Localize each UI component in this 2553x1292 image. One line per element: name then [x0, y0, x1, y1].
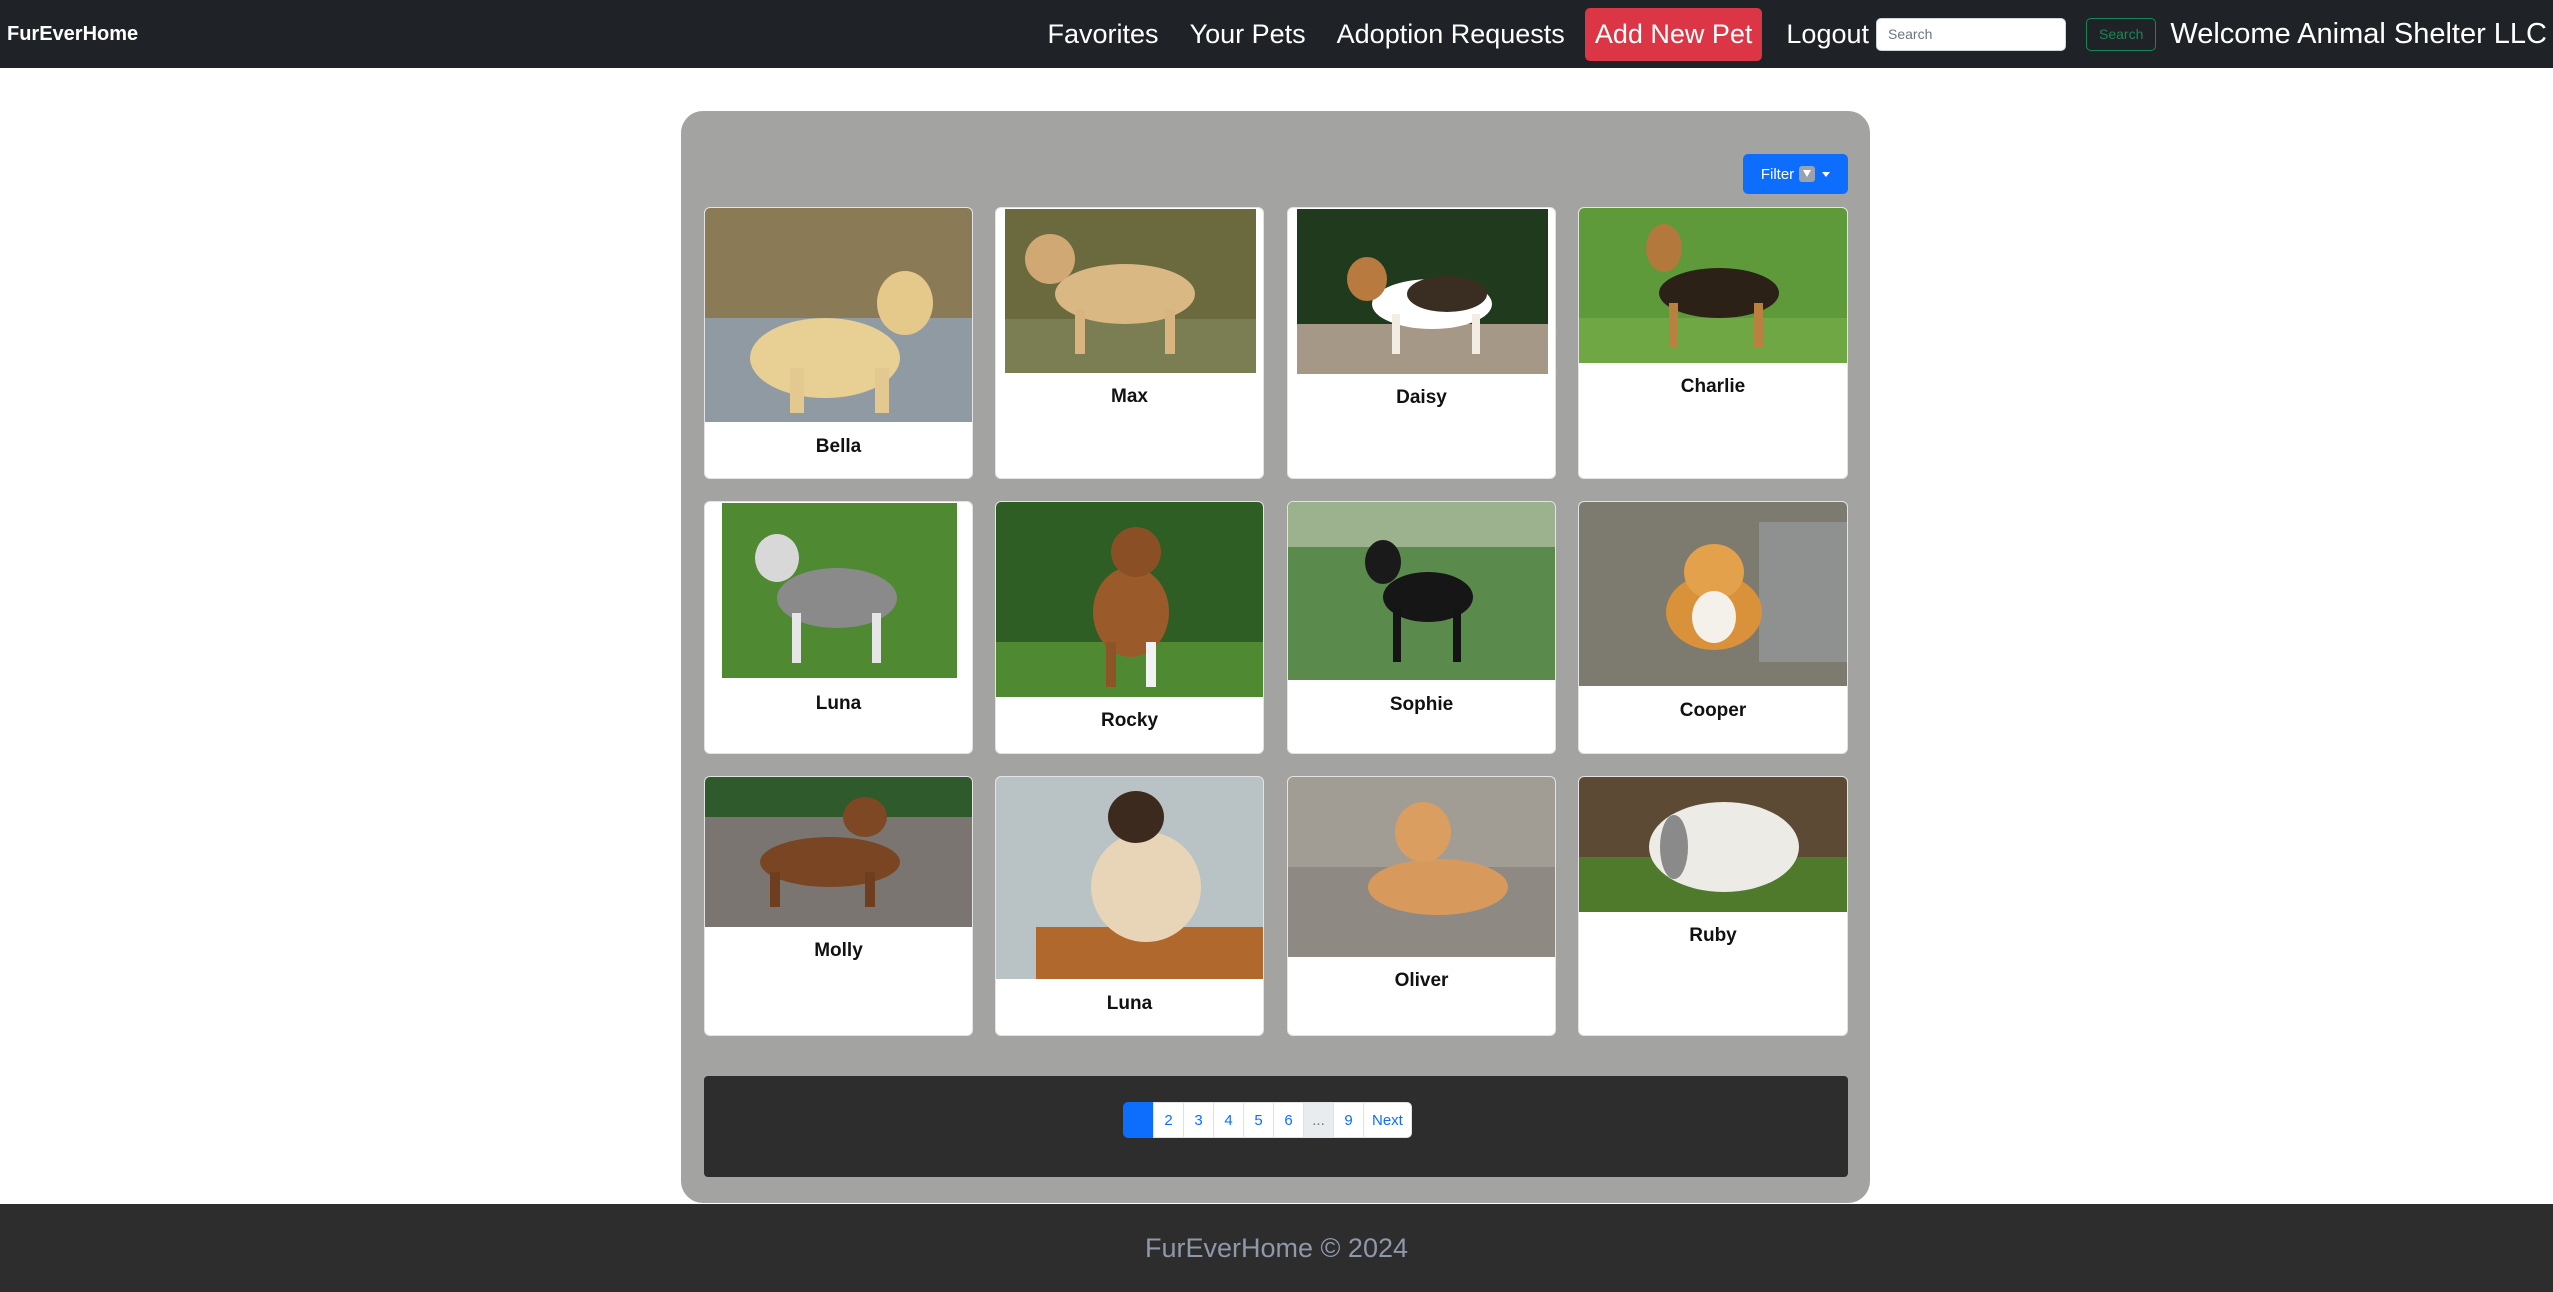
pet-photo: [705, 208, 972, 422]
pet-name: Oliver: [1394, 970, 1449, 991]
page-6-link[interactable]: 6: [1273, 1102, 1304, 1138]
page-1-link[interactable]: 1: [1123, 1102, 1154, 1138]
pet-card[interactable]: Daisy: [1287, 207, 1556, 479]
nav-your-pets-link[interactable]: Your Pets: [1190, 19, 1306, 50]
nav-menu: Favorites Your Pets Adoption Requests Ad…: [1048, 0, 2547, 68]
pet-card[interactable]: Max: [995, 207, 1264, 479]
down-arrow-icon: [1799, 166, 1816, 182]
pet-card[interactable]: Luna: [704, 501, 973, 754]
pet-card[interactable]: Sophie: [1287, 501, 1556, 754]
welcome-message: Welcome Animal Shelter LLC: [2170, 17, 2547, 50]
pet-name: Luna: [815, 693, 862, 714]
footer-copyright: FurEverHome © 2024: [1145, 1232, 1408, 1263]
pet-card[interactable]: Ruby: [1578, 776, 1848, 1036]
pet-photo: [1579, 502, 1847, 686]
pet-card[interactable]: Luna: [995, 776, 1264, 1036]
search-input[interactable]: [1876, 17, 2066, 51]
nav-favorites-link[interactable]: Favorites: [1048, 19, 1159, 50]
pet-photo: [1579, 777, 1847, 912]
pet-card[interactable]: Molly: [704, 776, 973, 1036]
pet-photo: [705, 777, 972, 927]
next-page-link[interactable]: Next: [1363, 1102, 1412, 1138]
pet-name: Bella: [815, 436, 862, 457]
pet-photo: [996, 777, 1263, 979]
pet-name: Daisy: [1396, 387, 1447, 408]
pet-card[interactable]: Rocky: [995, 501, 1264, 754]
top-navbar: FurEverHome Favorites Your Pets Adoption…: [0, 0, 2553, 68]
pet-name: Max: [1111, 386, 1148, 407]
page-2-link[interactable]: 2: [1153, 1102, 1184, 1138]
filter-label: Filter: [1760, 165, 1795, 183]
add-new-pet-button[interactable]: Add New Pet: [1584, 7, 1763, 61]
pet-photo: [722, 503, 957, 678]
pagination: 1 2 3 4 5 6 ... 9 Next: [1123, 1102, 1412, 1138]
pet-name: Molly: [814, 940, 863, 961]
nav-adoption-requests-link[interactable]: Adoption Requests: [1337, 19, 1565, 50]
logout-link[interactable]: Logout: [1786, 19, 1869, 50]
filter-dropdown-button[interactable]: Filter: [1743, 154, 1848, 194]
brand-logo[interactable]: FurEverHome: [7, 0, 138, 68]
page-5-link[interactable]: 5: [1243, 1102, 1274, 1138]
pet-photo: [1297, 209, 1548, 374]
page-ellipsis: ...: [1303, 1102, 1334, 1138]
pet-name: Sophie: [1389, 694, 1454, 715]
pet-name: Luna: [1106, 993, 1153, 1014]
page-4-link[interactable]: 4: [1213, 1102, 1244, 1138]
pet-photo: [1288, 502, 1555, 680]
page-3-link[interactable]: 3: [1183, 1102, 1214, 1138]
pet-name: Cooper: [1679, 700, 1747, 721]
pet-name: Rocky: [1100, 710, 1159, 731]
pet-card[interactable]: Cooper: [1578, 501, 1848, 754]
pet-name: Ruby: [1689, 925, 1737, 946]
pet-card[interactable]: Charlie: [1578, 207, 1848, 479]
footer: FurEverHome © 2024: [0, 1204, 2553, 1292]
page-9-link[interactable]: 9: [1333, 1102, 1364, 1138]
pet-card[interactable]: Bella: [704, 207, 973, 479]
pet-photo: [1288, 777, 1555, 957]
pet-card[interactable]: Oliver: [1287, 776, 1556, 1036]
pet-name: Charlie: [1680, 376, 1746, 397]
pet-photo: [1579, 208, 1847, 363]
search-button[interactable]: Search: [2086, 17, 2157, 51]
pet-photo: [996, 502, 1263, 697]
pet-photo: [1005, 209, 1256, 373]
caret-down-icon: [1822, 171, 1831, 177]
